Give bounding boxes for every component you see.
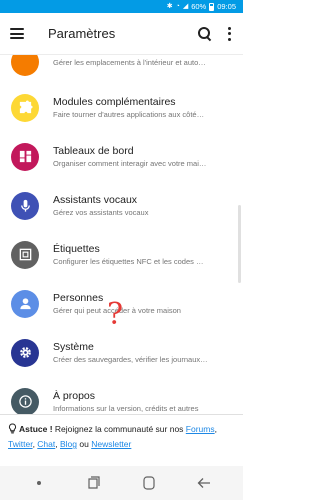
location-icon xyxy=(11,55,39,76)
settings-item-about[interactable]: À propos Informations sur la version, cr… xyxy=(0,377,243,414)
scrollbar[interactable] xyxy=(238,205,241,283)
page-title: Paramètres xyxy=(48,26,116,41)
question-mark-annotation: ? xyxy=(107,297,124,332)
recent-apps-button[interactable] xyxy=(74,468,114,498)
assistant-dot-button[interactable] xyxy=(19,468,59,498)
forums-link[interactable]: Forums xyxy=(186,424,215,434)
settings-item-title: Système xyxy=(53,341,94,353)
tip-text: Rejoignez la communauté sur nos xyxy=(52,424,186,434)
settings-item-tags[interactable]: Étiquettes Configurer les étiquettes NFC… xyxy=(0,230,243,279)
settings-item-subtitle: Créer des sauvegardes, vérifier les jour… xyxy=(53,355,208,364)
menu-icon[interactable] xyxy=(10,28,24,39)
settings-item-title: Tableaux de bord xyxy=(53,145,134,157)
newsletter-link[interactable]: Newsletter xyxy=(91,439,131,449)
settings-item-voice-assistants[interactable]: Assistants vocaux Gérez vos assistants v… xyxy=(0,181,243,230)
status-bar: ✱ ◔ ◢ 60% 09:05 xyxy=(0,0,243,13)
lightbulb-icon xyxy=(8,423,17,434)
battery-icon xyxy=(209,2,215,11)
settings-item-title: À propos xyxy=(53,390,96,402)
back-icon xyxy=(197,478,210,488)
chat-link[interactable]: Chat xyxy=(37,439,55,449)
person-icon xyxy=(11,289,39,318)
settings-item-title: Étiquettes xyxy=(53,243,100,255)
gear-icon xyxy=(11,338,39,367)
wifi-icon: ◔ xyxy=(175,3,180,10)
blog-link[interactable]: Blog xyxy=(60,439,77,449)
settings-item-title: Personnes xyxy=(53,292,104,304)
tip-text-ou: ou xyxy=(77,439,92,449)
microphone-icon xyxy=(11,191,39,220)
more-options-icon[interactable] xyxy=(225,26,233,41)
system-navigation-bar xyxy=(0,466,243,500)
settings-item-system[interactable]: Système Créer des sauvegardes, vérifier … xyxy=(0,328,243,377)
bluetooth-icon: ✱ xyxy=(166,3,173,10)
tip-banner: Astuce ! Rejoignez la communauté sur nos… xyxy=(0,414,243,466)
settings-item-title: Modules complémentaires xyxy=(53,96,176,108)
signal-icon: ◢ xyxy=(182,3,189,10)
settings-item-title: Assistants vocaux xyxy=(53,194,138,206)
home-button[interactable] xyxy=(129,468,169,498)
recent-apps-icon xyxy=(88,476,100,489)
tip-label: Astuce ! xyxy=(19,424,53,434)
nfc-icon xyxy=(11,240,39,269)
battery-percent: 60% xyxy=(191,2,207,11)
settings-item-addons[interactable]: Modules complémentaires Faire tourner d'… xyxy=(0,83,243,132)
settings-item-subtitle: Gérer qui peut accéder à votre maison xyxy=(53,306,181,315)
settings-item-subtitle: Gérez vos assistants vocaux xyxy=(53,208,149,217)
settings-item-zones[interactable]: Gérer les emplacements à l'intérieur et … xyxy=(0,55,243,83)
puzzle-icon xyxy=(11,93,39,122)
app-bar: Paramètres xyxy=(0,13,243,55)
settings-item-subtitle: Organiser comment interagir avec votre m… xyxy=(53,159,207,168)
settings-list: Gérer les emplacements à l'intérieur et … xyxy=(0,55,243,414)
info-icon xyxy=(11,387,39,414)
settings-item-subtitle: Faire tourner d'autres applications aux … xyxy=(53,110,205,119)
dashboard-icon xyxy=(11,142,39,171)
twitter-link[interactable]: Twitter xyxy=(8,439,33,449)
settings-item-dashboards[interactable]: Tableaux de bord Organiser comment inter… xyxy=(0,132,243,181)
dot-icon xyxy=(37,481,42,485)
settings-item-subtitle: Configurer les étiquettes NFC et les cod… xyxy=(53,257,204,266)
home-icon xyxy=(143,476,155,490)
clock: 09:05 xyxy=(217,2,236,11)
settings-item-subtitle: Informations sur la version, crédits et … xyxy=(53,404,199,413)
back-button[interactable] xyxy=(184,468,224,498)
search-icon[interactable] xyxy=(197,26,213,42)
settings-item-subtitle: Gérer les emplacements à l'intérieur et … xyxy=(53,57,206,67)
tip-separator: , xyxy=(214,424,217,434)
